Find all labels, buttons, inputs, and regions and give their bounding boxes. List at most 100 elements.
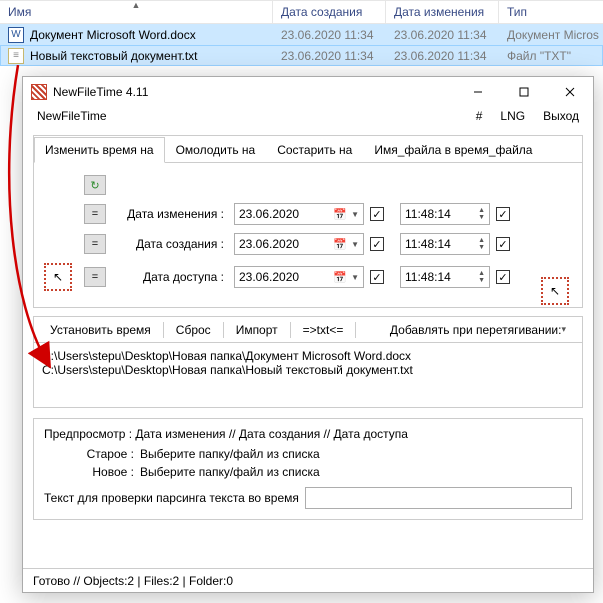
menubar: NewFileTime # LNG Выход <box>23 107 593 129</box>
old-key: Старое : <box>44 447 134 461</box>
cursor-icon: ↖ <box>53 270 63 284</box>
separator <box>290 322 291 338</box>
window-title: NewFileTime 4.11 <box>53 85 455 99</box>
equalize-created-button[interactable]: = <box>84 234 106 254</box>
maximize-button[interactable] <box>501 77 547 107</box>
cursor-icon: ↖ <box>550 284 560 298</box>
file-name-label: Новый текстовый документ.txt <box>30 49 198 63</box>
date-modified-value: 23.06.2020 <box>239 207 299 221</box>
chevron-down-icon: ▼ <box>351 210 359 219</box>
import-button[interactable]: Импорт <box>226 317 288 342</box>
file-row[interactable]: W Документ Microsoft Word.docx 23.06.202… <box>0 24 603 45</box>
close-icon <box>565 87 575 97</box>
file-modified-label: 23.06.2020 11:34 <box>386 28 499 42</box>
new-value: Выберите папку/файл из списка <box>140 465 572 479</box>
close-button[interactable] <box>547 77 593 107</box>
refresh-icon: ↻ <box>90 179 99 192</box>
parse-test-input[interactable] <box>305 487 572 509</box>
date-modified-picker[interactable]: 23.06.2020 📅 ▼ <box>234 203 364 225</box>
minimize-button[interactable] <box>455 77 501 107</box>
date-created-picker[interactable]: 23.06.2020 📅▼ <box>234 233 364 255</box>
menu-exit[interactable]: Выход <box>539 107 583 125</box>
old-value: Выберите папку/файл из списка <box>140 447 572 461</box>
explorer-header-row: ▲ Имя Дата создания Дата изменения Тип <box>0 0 603 24</box>
column-header-created[interactable]: Дата создания <box>273 1 386 23</box>
chevron-down-icon: ▼ <box>351 240 359 249</box>
tabstrip: Изменить время на Омолодить на Состарить… <box>34 136 582 163</box>
new-key: Новое : <box>44 465 134 479</box>
checkbox-date-modified[interactable] <box>370 207 384 221</box>
file-type-label: Документ Micros <box>499 28 603 42</box>
separator <box>223 322 224 338</box>
menu-hash[interactable]: # <box>472 107 487 125</box>
file-type-label: Файл "TXT" <box>499 49 603 63</box>
column-header-name-label: Имя <box>8 5 31 19</box>
tab-container: Изменить время на Омолодить на Состарить… <box>33 135 583 308</box>
calendar-icon: 📅 <box>333 208 347 221</box>
row-accessed: ↖ = Дата доступа : 23.06.2020 📅▼ 11:48:1… <box>44 263 572 291</box>
tab-younger[interactable]: Омолодить на <box>165 137 267 163</box>
column-header-modified[interactable]: Дата изменения <box>386 1 499 23</box>
maximize-icon <box>519 87 529 97</box>
action-bar: Установить время Сброс Импорт =>txt<= До… <box>33 316 583 342</box>
label-modified: Дата изменения : <box>118 207 228 221</box>
status-bar: Готово // Objects:2 | Files:2 | Folder:0 <box>23 568 593 592</box>
time-modified-value: 11:48:14 <box>405 207 451 221</box>
tab-change-time[interactable]: Изменить время на <box>34 137 165 163</box>
refresh-button[interactable]: ↻ <box>84 175 106 195</box>
text-file-icon: ≡ <box>8 48 24 64</box>
row-modified: = Дата изменения : 23.06.2020 📅 ▼ 11:48:1… <box>44 203 572 225</box>
file-row[interactable]: ≡ Новый текстовый документ.txt 23.06.202… <box>0 45 603 66</box>
dropped-files-list[interactable]: C:\Users\stepu\Desktop\Новая папка\Докум… <box>33 342 583 408</box>
preview-panel: Предпросмотр : Дата изменения // Дата со… <box>33 418 583 520</box>
file-name-label: Документ Microsoft Word.docx <box>30 28 196 42</box>
txt-op-button[interactable]: =>txt<= <box>293 317 354 342</box>
time-accessed-value: 11:48:14 <box>405 270 451 284</box>
titlebar[interactable]: NewFileTime 4.11 <box>23 77 593 107</box>
time-accessed-picker[interactable]: 11:48:14 ▲▼ <box>400 266 490 288</box>
set-time-button[interactable]: Установить время <box>40 317 161 342</box>
equalize-modified-button[interactable]: = <box>84 204 106 224</box>
spinner-icon: ▲▼ <box>478 270 485 284</box>
tab-older[interactable]: Состарить на <box>266 137 363 163</box>
sort-asc-icon: ▲ <box>132 0 141 10</box>
file-created-label: 23.06.2020 11:34 <box>273 49 386 63</box>
status-text: Готово // Objects:2 | Files:2 | Folder:0 <box>33 574 233 588</box>
checkbox-time-created[interactable] <box>496 237 510 251</box>
menu-lng[interactable]: LNG <box>496 107 529 125</box>
time-modified-picker[interactable]: 11:48:14 ▲▼ <box>400 203 490 225</box>
file-path[interactable]: C:\Users\stepu\Desktop\Новая папка\Докум… <box>42 349 574 363</box>
calendar-icon: 📅 <box>333 238 347 251</box>
chevron-down-icon: ▼ <box>351 273 359 282</box>
parse-label: Текст для проверки парсинга текста во вр… <box>44 491 299 505</box>
explorer-file-list: ▲ Имя Дата создания Дата изменения Тип W… <box>0 0 603 66</box>
file-path[interactable]: C:\Users\stepu\Desktop\Новая папка\Новый… <box>42 363 574 377</box>
date-accessed-value: 23.06.2020 <box>239 270 299 284</box>
date-accessed-picker[interactable]: 23.06.2020 📅 ▼ <box>234 266 364 288</box>
checkbox-time-accessed[interactable] <box>496 270 510 284</box>
app-window: NewFileTime 4.11 NewFileTime # LNG Выход… <box>22 76 594 593</box>
checkbox-time-modified[interactable] <box>496 207 510 221</box>
app-icon <box>31 84 47 100</box>
checkbox-date-accessed[interactable] <box>370 270 384 284</box>
column-header-type[interactable]: Тип <box>499 1 603 23</box>
minimize-icon <box>473 87 483 97</box>
file-created-label: 23.06.2020 11:34 <box>273 28 386 42</box>
calendar-icon: 📅 <box>333 271 347 284</box>
word-file-icon: W <box>8 27 24 43</box>
menu-app[interactable]: NewFileTime <box>33 107 111 125</box>
column-header-name[interactable]: ▲ Имя <box>0 1 273 23</box>
preview-header: Предпросмотр : Дата изменения // Дата со… <box>44 427 572 441</box>
pick-target-button[interactable]: ↖ <box>541 277 569 305</box>
checkbox-date-created[interactable] <box>370 237 384 251</box>
row-created: = Дата создания : 23.06.2020 📅▼ 11:48:14… <box>44 233 572 255</box>
reset-button[interactable]: Сброс <box>166 317 221 342</box>
equalize-accessed-button[interactable]: = <box>84 267 106 287</box>
separator <box>355 322 356 338</box>
separator <box>163 322 164 338</box>
time-created-value: 11:48:14 <box>405 237 451 251</box>
pick-from-file-button[interactable]: ↖ <box>44 263 72 291</box>
time-created-picker[interactable]: 11:48:14 ▲▼ <box>400 233 490 255</box>
tab-name-in-time[interactable]: Имя_файла в время_файла <box>363 137 543 163</box>
add-on-drag-dropdown[interactable]: Добавлять при перетягивании: <box>380 317 576 342</box>
